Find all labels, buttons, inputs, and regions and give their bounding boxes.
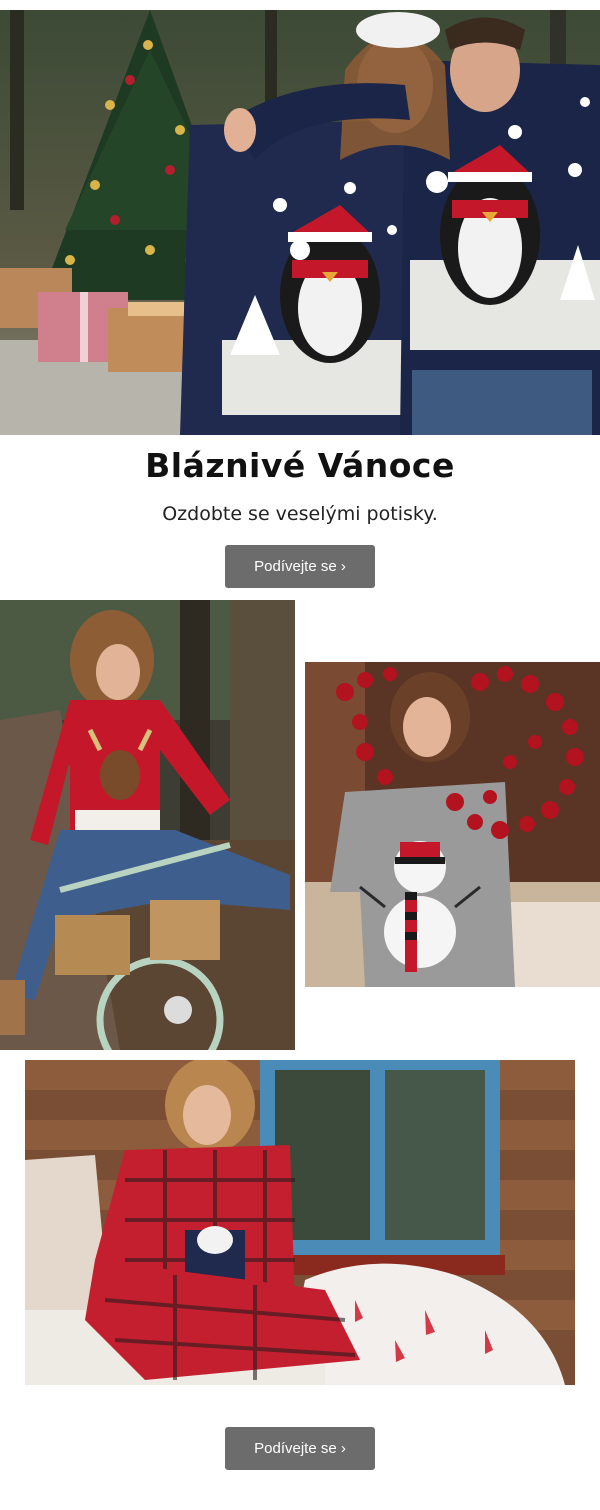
product-image-grey-snowman-sweater[interactable] — [305, 662, 600, 987]
product-image-red-reindeer-sweater[interactable] — [0, 600, 295, 1050]
page-subtitle: Ozdobte se veselými potisky. — [162, 503, 438, 525]
hero-image-couple-penguin-sweaters[interactable] — [0, 10, 600, 435]
view-button-bottom[interactable]: Podívejte se › — [225, 1427, 375, 1470]
page-title: Bláznivé Vánoce — [145, 446, 455, 485]
product-image-plaid-penguin-pajamas[interactable] — [25, 1060, 575, 1385]
view-button-top[interactable]: Podívejte se › — [225, 545, 375, 588]
